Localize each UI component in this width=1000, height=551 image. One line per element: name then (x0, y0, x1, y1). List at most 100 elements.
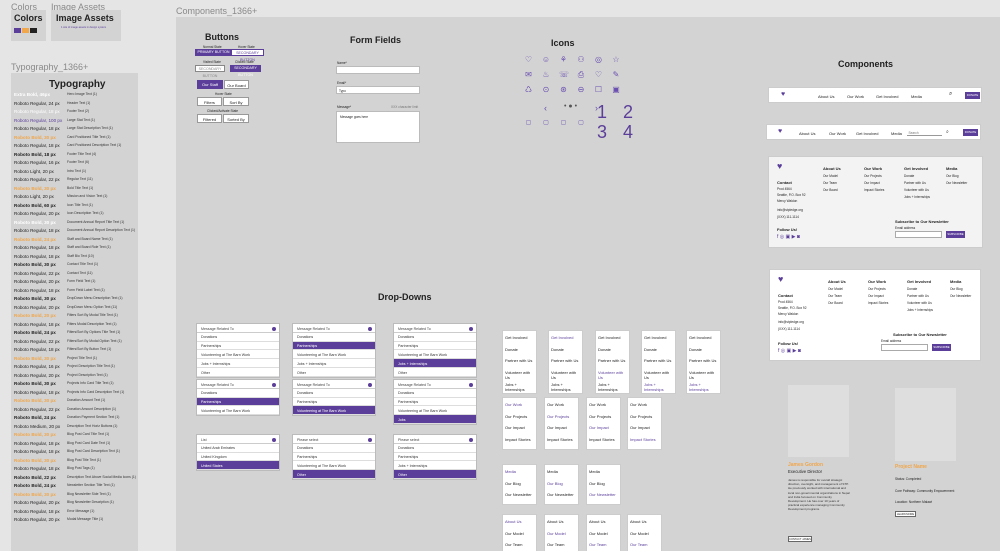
menu-item[interactable]: Jobs + Internships (505, 380, 534, 392)
nav-our-work[interactable]: Our Work (847, 94, 864, 99)
chevron-down-icon[interactable] (368, 326, 372, 331)
chevron-down-icon[interactable] (469, 326, 473, 331)
dropdown-option[interactable]: Volunteering at The Barn Work (197, 406, 279, 416)
menu-item[interactable]: Partner with Us (598, 356, 627, 368)
dropdown-option[interactable]: Other (394, 470, 476, 479)
footer-col3-title[interactable]: Get Involved (907, 279, 931, 284)
dropdown-header[interactable]: List (197, 435, 279, 444)
dropdown-option[interactable]: Donations (394, 389, 476, 398)
social-icons[interactable]: f ◎ ▣ ▶ ◙ (777, 234, 800, 240)
dropdown-option[interactable]: Other (394, 368, 476, 377)
menu-item[interactable]: Volunteer with Us (598, 368, 627, 380)
menu-item[interactable]: Partner with Us (551, 356, 580, 368)
menu-item[interactable]: Our Work (589, 400, 618, 412)
name-field[interactable] (336, 66, 420, 74)
nav-dropdown-menu-work[interactable]: Our Work Our Projects Our Impact Impact Sto… (502, 397, 537, 450)
subscribe-button[interactable]: SUBSCRIBE (932, 344, 951, 351)
search-icon[interactable]: ⌕ (949, 91, 952, 98)
footer-col4-item[interactable]: Our Blog (946, 174, 959, 178)
menu-item[interactable]: Volunteer with Us (689, 368, 718, 380)
contact-button[interactable]: CONTACT JAMES (788, 536, 812, 542)
menu-item[interactable]: Media (589, 467, 618, 479)
nav-dropdown-menu-involved[interactable]: Get Involved Donate Partner with Us Volunte… (641, 330, 676, 395)
menu-item[interactable]: Donate (644, 345, 673, 357)
menu-item[interactable]: Our Impact (589, 423, 618, 435)
footer-col3-item[interactable]: Jobs + Internships (904, 195, 930, 199)
dropdown-header[interactable]: Message Related To (197, 324, 279, 333)
our-board-button[interactable]: Our Board (224, 80, 249, 89)
colors-card[interactable]: Colors (11, 10, 46, 41)
dropdown-option[interactable]: Other (293, 368, 375, 377)
dropdown-option[interactable]: Donations (293, 333, 375, 342)
nav-our-work[interactable]: Our Work (829, 131, 846, 136)
footer-col3-item[interactable]: Volunteer with Us (904, 188, 929, 192)
menu-item[interactable]: Get Involved (505, 333, 534, 345)
footer-col4-item[interactable]: Our Blog (950, 287, 963, 291)
footer-col1-title[interactable]: About Us (823, 166, 841, 171)
menu-item[interactable]: Media (547, 467, 576, 479)
footer-col3-item[interactable]: Donate (904, 174, 914, 178)
footer-col1-item[interactable]: Our Team (828, 294, 842, 298)
dropdown-option[interactable]: Volunteering at The Barn Work (293, 406, 375, 416)
nav-dropdown-menu-about[interactable]: About Us Our Model Our Team (627, 514, 662, 551)
dropdown-option[interactable]: United Kingdom (197, 453, 279, 462)
donate-button[interactable]: DONATE (965, 92, 980, 99)
search-input[interactable]: Search (907, 129, 942, 136)
menu-item[interactable]: Our Work (505, 400, 534, 412)
footer-col2-item[interactable]: Our Projects (864, 174, 882, 178)
menu-item[interactable]: Our Blog (589, 479, 618, 491)
nav-dropdown-menu-about[interactable]: About Us Our Model Our Team (544, 514, 579, 551)
menu-item[interactable]: Jobs + Internships (598, 380, 627, 392)
footer-contact-4[interactable]: info@stpledge.org (778, 320, 804, 324)
nav-media[interactable]: Media (911, 94, 922, 99)
menu-item[interactable]: Get Involved (689, 333, 718, 345)
nav-dropdown-menu-work[interactable]: Our Work Our Projects Our Impact Impact Sto… (544, 397, 579, 450)
footer-logo-icon[interactable]: ♥ (778, 274, 783, 284)
menu-item[interactable]: Our Model (630, 529, 659, 541)
menu-item[interactable]: Jobs + Internships (644, 380, 673, 392)
dropdown-header[interactable]: Message Related To (197, 380, 279, 389)
footer-col4-title[interactable]: Media (946, 166, 957, 171)
chevron-down-icon[interactable] (272, 382, 276, 387)
menu-item[interactable]: Impact Stories (630, 435, 659, 447)
nav-about-us[interactable]: About Us (818, 94, 834, 99)
menu-item[interactable]: Our Impact (630, 423, 659, 435)
image-assets-card[interactable]: Image Assets 1 site of image assets in d… (51, 10, 121, 41)
chevron-down-icon[interactable] (272, 437, 276, 442)
menu-item[interactable]: Donate (551, 345, 580, 357)
menu-item[interactable]: Our Model (589, 529, 618, 541)
sorted-by-button[interactable]: Sorted By (223, 114, 249, 123)
chevron-down-icon[interactable] (469, 437, 473, 442)
footer-logo-icon[interactable]: ♥ (777, 161, 782, 171)
message-field[interactable]: Message goes here (336, 111, 420, 143)
menu-item[interactable]: Our Projects (505, 412, 534, 424)
dropdown-option[interactable]: Partnerships (197, 342, 279, 351)
nav-dropdown-menu-involved[interactable]: Get Involved Donate Partner with Us Volunte… (502, 330, 537, 395)
footer-col3-item[interactable]: Volunteer with Us (907, 301, 932, 305)
menu-item[interactable]: Get Involved (644, 333, 673, 345)
footer-col2-item[interactable]: Impact Stories (864, 188, 884, 192)
nav-dropdown-menu-media[interactable]: Media Our Blog Our Newsletter (544, 464, 579, 506)
learn-more-button[interactable]: LEARN MORE (895, 511, 916, 517)
menu-item[interactable]: Get Involved (598, 333, 627, 345)
menu-item[interactable]: Donate (505, 345, 534, 357)
footer-col3-item[interactable]: Partner with Us (907, 294, 929, 298)
our-staff-button[interactable]: Our Staff (197, 80, 223, 89)
dropdown-option[interactable]: Other (293, 470, 375, 479)
search-icon[interactable]: ⌕ (946, 129, 949, 135)
menu-item[interactable]: Our Newsletter (589, 490, 618, 502)
dropdown-dd7[interactable]: List United Arab Emirates United Kingdom Un… (196, 434, 280, 472)
footer-col1-title[interactable]: About Us (828, 279, 846, 284)
footer-col3-item[interactable]: Jobs + Internships (907, 308, 933, 312)
menu-item[interactable]: Jobs + Internships (551, 380, 580, 392)
dropdown-dd1[interactable]: Message Related To Donations Partnerships V… (196, 323, 280, 378)
menu-item[interactable]: Volunteer with Us (505, 368, 534, 380)
menu-item[interactable]: Our Projects (547, 412, 576, 424)
menu-item[interactable]: Our Team (589, 540, 618, 551)
menu-item[interactable]: Impact Stories (589, 435, 618, 447)
menu-item[interactable]: Volunteer with Us (551, 368, 580, 380)
carousel-dots-icon[interactable]: • ● • (564, 103, 577, 110)
dropdown-dd5[interactable]: Message Related To Donations Partnerships V… (292, 379, 376, 417)
dropdown-option[interactable]: Jobs + Internships (394, 359, 476, 368)
dropdown-header[interactable]: Please select (293, 435, 375, 444)
